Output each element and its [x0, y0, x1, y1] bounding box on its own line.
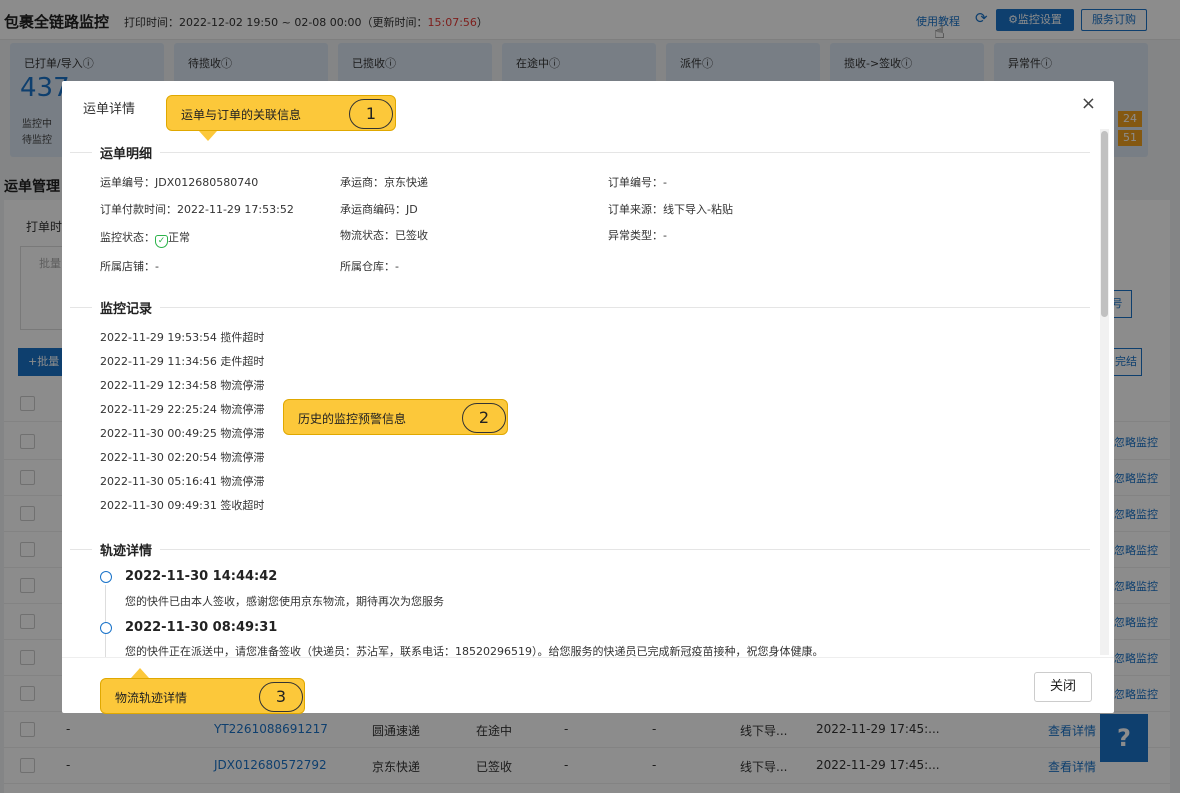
shop: 所属店铺：- — [100, 260, 159, 273]
close-icon[interactable]: × — [1081, 93, 1096, 114]
track-time: 2022-11-30 14:44:42 — [125, 569, 278, 584]
waybill-detail-modal: 运单详情 × 运单明细 运单编号：JDX012680580740 承运商：京东快… — [62, 81, 1114, 713]
record-item: 2022-11-30 09:49:31 签收超时 — [100, 499, 265, 512]
record-item: 2022-11-30 05:16:41 物流停滞 — [100, 475, 265, 488]
modal-title: 运单详情 — [83, 102, 136, 117]
carrier: 承运商：京东快递 — [340, 176, 428, 189]
track-section-header: 轨迹详情 — [70, 540, 1090, 560]
abnormal-type: 异常类型：- — [608, 229, 667, 242]
callout-2: 历史的监控预警信息 2 — [283, 399, 508, 435]
record-item: 2022-11-30 02:20:54 物流停滞 — [100, 451, 265, 464]
modal-body[interactable]: 运单明细 运单编号：JDX012680580740 承运商：京东快递 订单编号：… — [62, 129, 1098, 657]
record-item: 2022-11-30 00:49:25 物流停滞 — [100, 427, 265, 440]
track-dot-icon — [100, 571, 112, 583]
scrollbar-thumb[interactable] — [1101, 131, 1108, 317]
detail-section-header: 运单明细 — [70, 143, 1090, 163]
record-item: 2022-11-29 22:25:24 物流停滞 — [100, 403, 265, 416]
track-desc: 您的快件正在派送中，请您准备签收（快递员：苏沾军，联系电话：1852029651… — [125, 645, 824, 657]
warehouse: 所属仓库：- — [340, 260, 399, 273]
record-item: 2022-11-29 12:34:58 物流停滞 — [100, 379, 265, 392]
carrier-code: 承运商编码：JD — [340, 203, 418, 216]
record-item: 2022-11-29 11:34:56 走件超时 — [100, 355, 265, 368]
order-source: 订单来源：线下导入-粘贴 — [608, 203, 733, 216]
order-no: 订单编号：- — [608, 176, 667, 189]
track-dot-icon — [100, 622, 112, 634]
pay-time: 订单付款时间：2022-11-29 17:53:52 — [100, 203, 294, 216]
modal-scrollbar[interactable] — [1100, 129, 1109, 655]
callout-3: 物流轨迹详情 3 — [100, 678, 305, 714]
track-desc: 您的快件已由本人签收，感谢您使用京东物流，期待再次为您服务 — [125, 595, 444, 608]
logistics-status: 物流状态：已签收 — [340, 229, 428, 242]
monitor-status: 监控状态： ✓ 正常 — [100, 231, 190, 248]
close-button[interactable]: 关闭 — [1034, 672, 1092, 702]
shield-check-icon: ✓ — [155, 235, 168, 248]
records-section-header: 监控记录 — [70, 298, 1090, 318]
track-time: 2022-11-30 08:49:31 — [125, 620, 278, 635]
callout-1: 运单与订单的关联信息 1 — [166, 95, 396, 131]
waybill-no: 运单编号：JDX012680580740 — [100, 176, 259, 189]
record-item: 2022-11-29 19:53:54 揽件超时 — [100, 331, 265, 344]
